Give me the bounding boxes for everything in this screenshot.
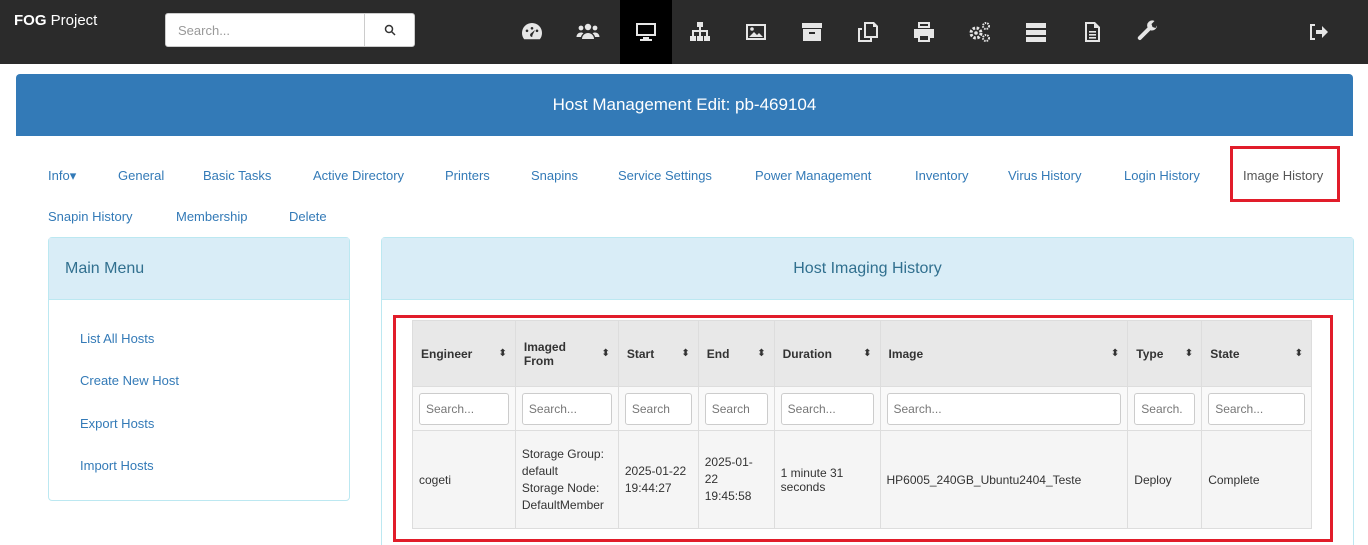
- tab-virus-history[interactable]: Virus History: [1008, 168, 1081, 183]
- search-input[interactable]: [166, 14, 366, 46]
- search-icon: [384, 24, 396, 36]
- top-navbar: FOG Project: [0, 0, 1368, 64]
- tab-delete[interactable]: Delete: [289, 209, 327, 224]
- tab-login-history[interactable]: Login History: [1124, 168, 1200, 183]
- tab-inventory[interactable]: Inventory: [915, 168, 968, 183]
- menu-link-import-hosts[interactable]: Import Hosts: [80, 458, 154, 473]
- dashboard-icon[interactable]: [508, 0, 556, 64]
- page-title: Host Management Edit: pb-469104: [16, 74, 1353, 136]
- tab-power-management[interactable]: Power Management: [755, 168, 871, 183]
- chevron-down-icon: ▾: [69, 168, 77, 183]
- history-title: Host Imaging History: [382, 238, 1353, 300]
- printers-icon[interactable]: [900, 0, 948, 64]
- tab-general[interactable]: General: [118, 168, 164, 183]
- groups-icon[interactable]: [676, 0, 724, 64]
- tab-basic-tasks[interactable]: Basic Tasks: [203, 168, 271, 183]
- tasks-icon[interactable]: [1012, 0, 1060, 64]
- active-tab-highlight: [1230, 146, 1340, 202]
- table-highlight: [393, 315, 1333, 542]
- tab-printers[interactable]: Printers: [445, 168, 490, 183]
- hosts-icon[interactable]: [620, 0, 672, 64]
- tab-active-directory[interactable]: Active Directory: [313, 168, 404, 183]
- menu-link-list-all-hosts[interactable]: List All Hosts: [80, 331, 154, 346]
- search-button[interactable]: [364, 14, 414, 46]
- reports-icon[interactable]: [1068, 0, 1116, 64]
- search-box: [165, 13, 415, 47]
- services-icon[interactable]: [956, 0, 1004, 64]
- tab-snapin-history[interactable]: Snapin History: [48, 209, 133, 224]
- images-icon[interactable]: [732, 0, 780, 64]
- tab-membership[interactable]: Membership: [176, 209, 248, 224]
- logout-icon[interactable]: [1294, 0, 1342, 64]
- menu-link-create-new-host[interactable]: Create New Host: [80, 373, 179, 388]
- brand-logo[interactable]: FOG Project: [14, 12, 97, 29]
- menu-link-export-hosts[interactable]: Export Hosts: [80, 416, 154, 431]
- storage-icon[interactable]: [788, 0, 836, 64]
- tab-info[interactable]: Info▾: [48, 168, 76, 184]
- tab-service-settings[interactable]: Service Settings: [618, 168, 712, 183]
- main-menu-title: Main Menu: [49, 238, 349, 300]
- snapins-icon[interactable]: [844, 0, 892, 64]
- tab-snapins[interactable]: Snapins: [531, 168, 578, 183]
- users-icon[interactable]: [564, 0, 612, 64]
- settings-icon[interactable]: [1124, 0, 1172, 64]
